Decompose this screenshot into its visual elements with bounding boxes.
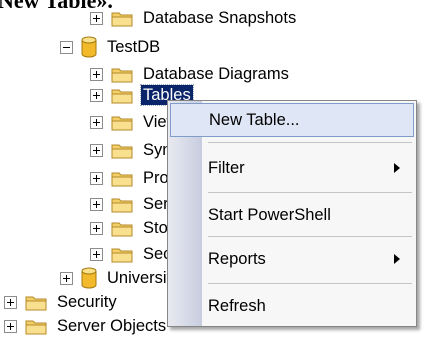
collapse-icon[interactable] xyxy=(60,40,73,54)
expand-icon[interactable] xyxy=(4,319,17,333)
tree-node-label: TestDB xyxy=(107,38,161,56)
tree-node-label: Database Snapshots xyxy=(143,9,297,27)
expand-icon[interactable] xyxy=(60,271,73,285)
menu-separator xyxy=(208,142,412,143)
tree-node-label: Security xyxy=(57,293,117,311)
folder-icon xyxy=(111,220,133,237)
submenu-arrow-icon xyxy=(394,163,400,173)
folder-icon xyxy=(111,170,133,187)
database-icon xyxy=(81,36,97,58)
menu-item-filter[interactable]: Filter xyxy=(170,151,414,185)
tree-node-database-snapshots[interactable]: Database Snapshots xyxy=(90,2,298,34)
menu-separator xyxy=(208,192,412,193)
menu-item-reports[interactable]: Reports xyxy=(170,242,414,276)
folder-icon xyxy=(111,10,133,27)
expand-icon[interactable] xyxy=(90,143,103,157)
folder-icon xyxy=(111,87,133,104)
expand-icon[interactable] xyxy=(90,115,103,129)
menu-separator xyxy=(208,236,412,237)
context-menu: New Table... Filter Start PowerShell Rep… xyxy=(167,100,417,327)
menu-item-label: Filter xyxy=(208,158,245,177)
expand-icon[interactable] xyxy=(90,171,103,185)
folder-icon xyxy=(111,196,133,213)
menu-separator xyxy=(208,283,412,284)
expand-icon[interactable] xyxy=(90,11,103,25)
menu-item-refresh[interactable]: Refresh xyxy=(170,289,414,323)
expand-icon[interactable] xyxy=(4,295,17,309)
folder-icon xyxy=(111,246,133,263)
expand-icon[interactable] xyxy=(90,247,103,261)
menu-item-new-table[interactable]: New Table... xyxy=(170,103,414,137)
folder-icon xyxy=(111,114,133,131)
menu-item-label: Reports xyxy=(208,249,266,268)
folder-icon xyxy=(25,318,47,335)
folder-icon xyxy=(25,294,47,311)
folder-icon xyxy=(111,142,133,159)
expand-icon[interactable] xyxy=(90,197,103,211)
expand-icon[interactable] xyxy=(90,88,103,102)
tree-node-server-objects[interactable]: Server Objects xyxy=(4,310,168,342)
tree-node-label: Server Objects xyxy=(57,317,167,335)
menu-item-label: New Table... xyxy=(209,110,300,129)
menu-item-label: Refresh xyxy=(208,296,266,315)
menu-item-label: Start PowerShell xyxy=(208,205,331,224)
menu-item-start-powershell[interactable]: Start PowerShell xyxy=(170,198,414,232)
submenu-arrow-icon xyxy=(394,254,400,264)
expand-icon[interactable] xyxy=(90,221,103,235)
